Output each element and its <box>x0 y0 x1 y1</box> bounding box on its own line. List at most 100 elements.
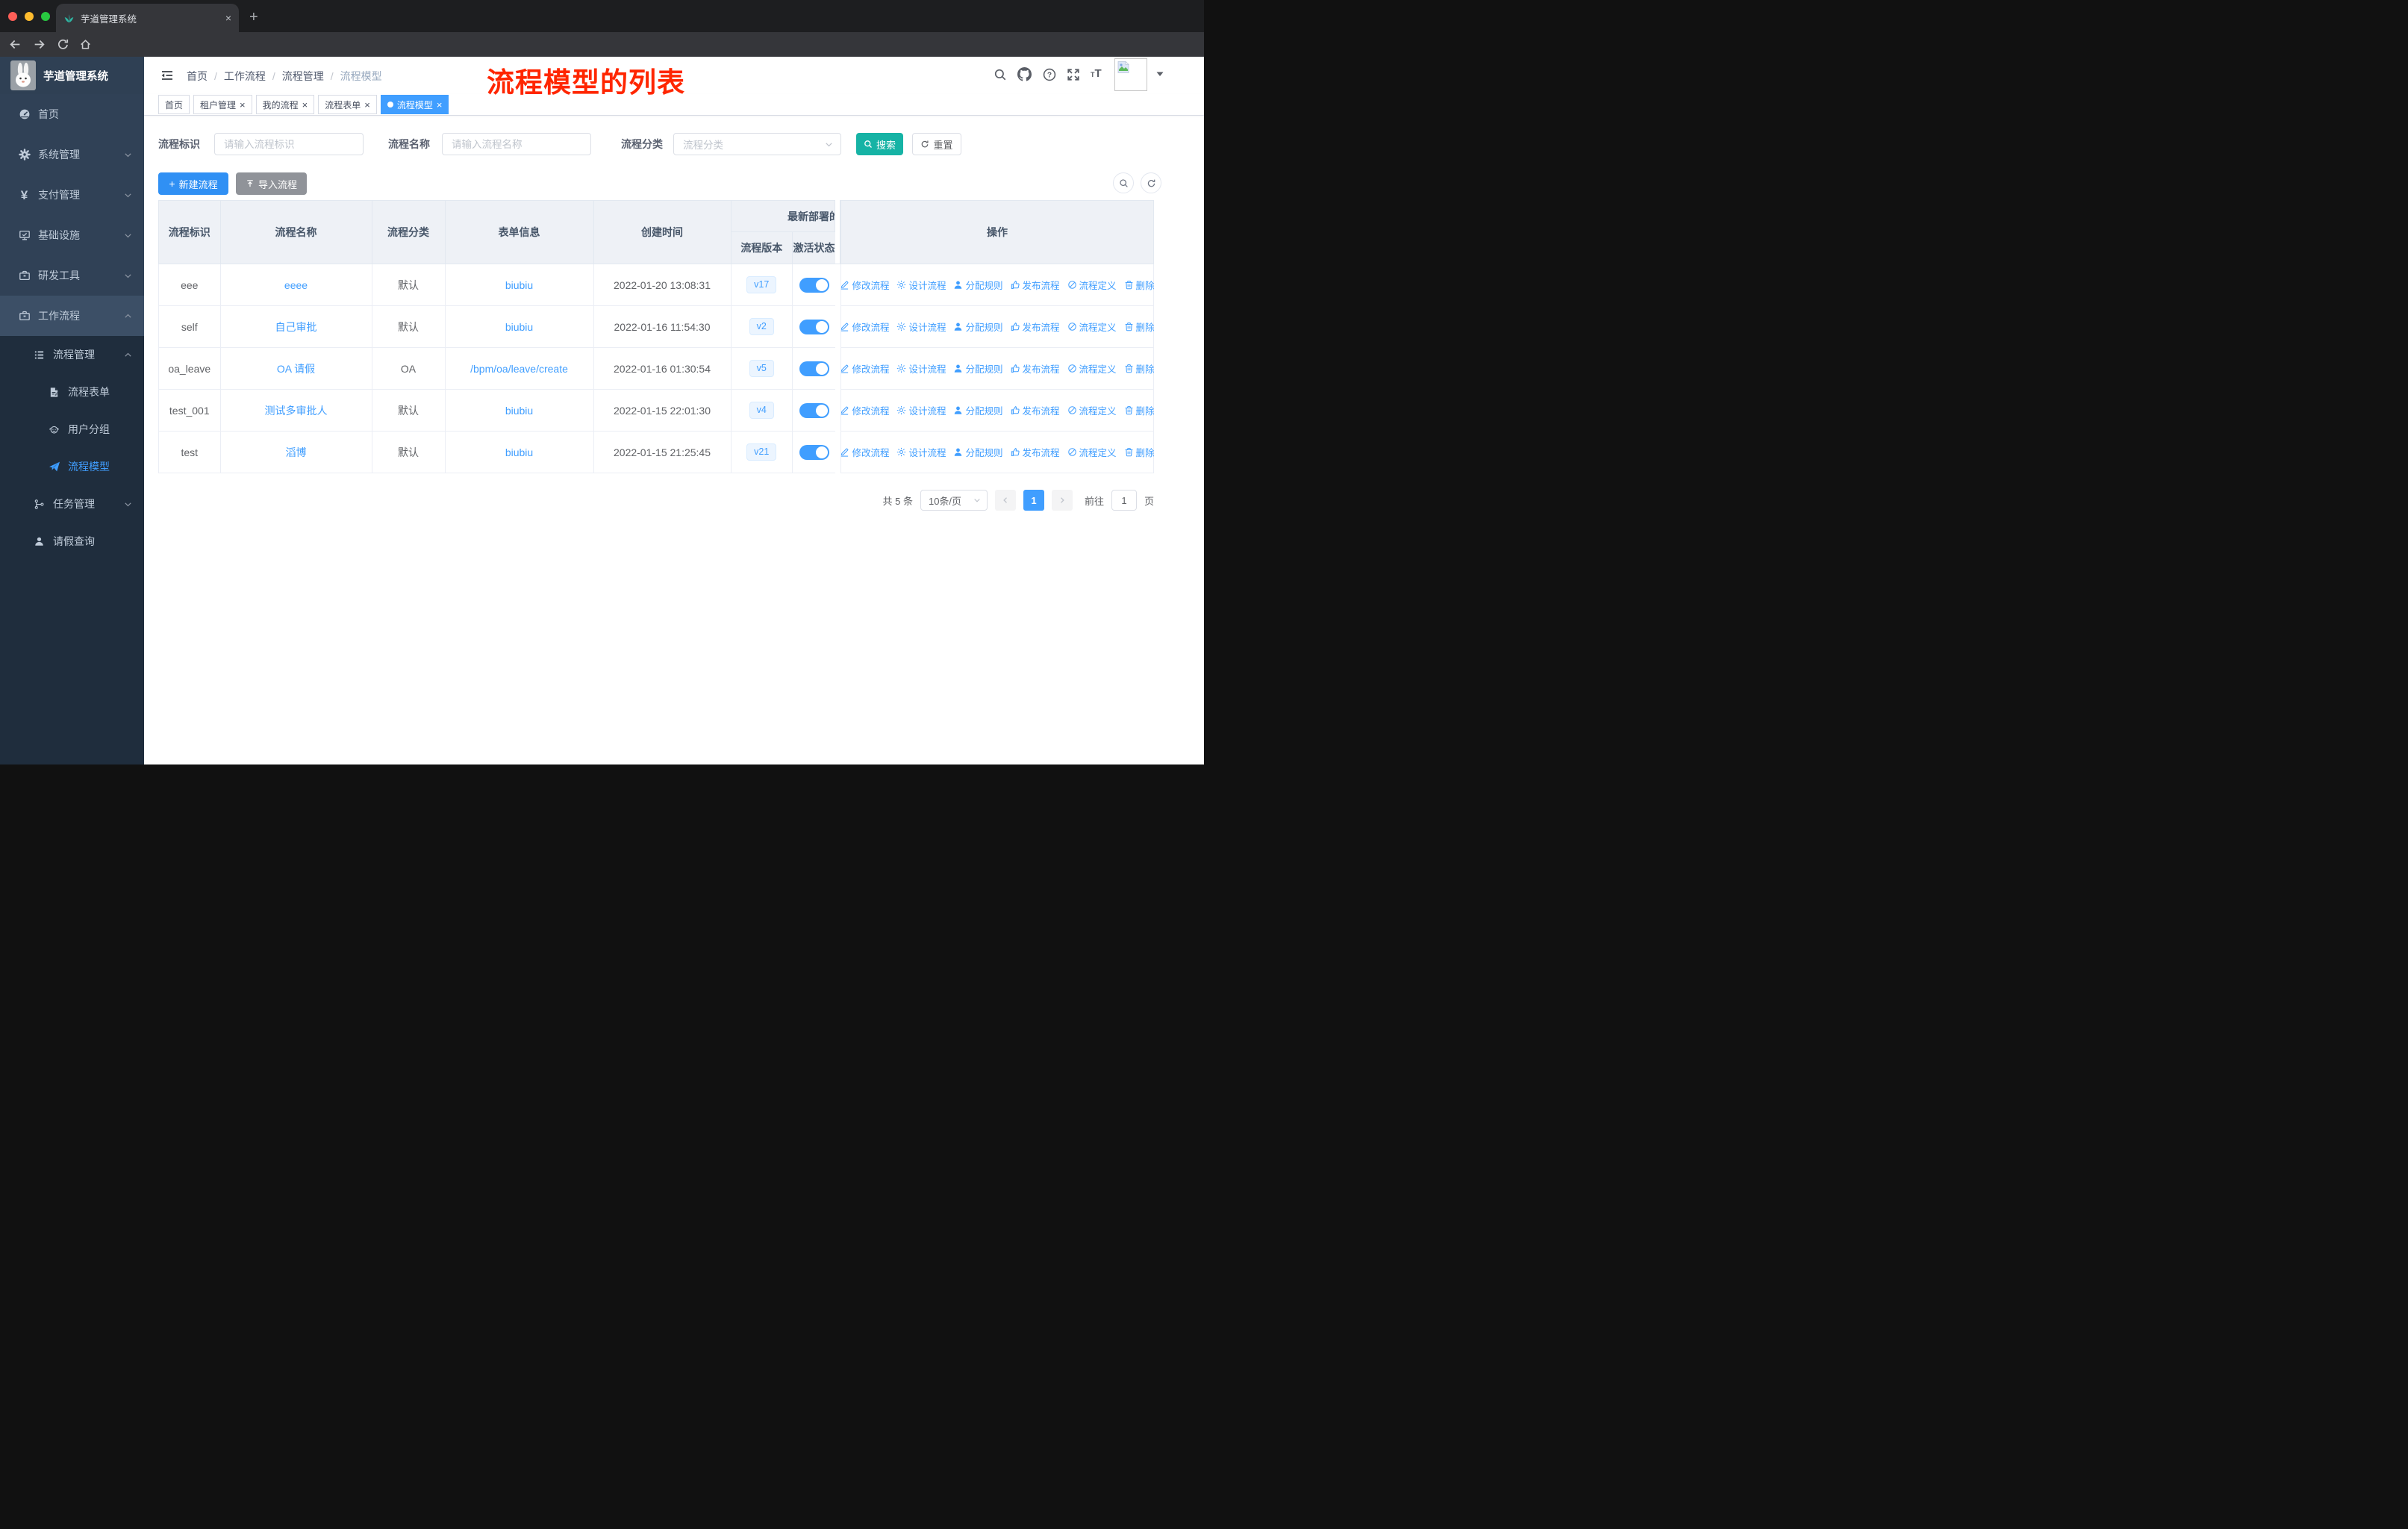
prev-page-button[interactable] <box>994 490 1016 511</box>
action-assign-rule-link[interactable]: 分配规则 <box>953 361 1003 376</box>
active-toggle[interactable] <box>799 402 829 418</box>
filter-key-input[interactable] <box>214 133 364 155</box>
sidebar-item-workflow[interactable]: 工作流程 <box>0 296 144 336</box>
process-name-link[interactable]: 测试多审批人 <box>265 403 328 418</box>
action-publish-link[interactable]: 发布流程 <box>1011 320 1060 334</box>
action-edit-link[interactable]: 修改流程 <box>840 320 889 334</box>
form-info-link[interactable]: biubiu <box>505 321 533 333</box>
new-tab-button[interactable]: + <box>249 7 258 27</box>
sidebar-item-process-model[interactable]: 流程模型 <box>0 448 144 485</box>
breadcrumb-workflow[interactable]: 工作流程 <box>224 69 266 84</box>
process-name-link[interactable]: 自己审批 <box>275 320 317 334</box>
back-icon[interactable] <box>9 38 22 51</box>
action-definition-link[interactable]: 流程定义 <box>1067 361 1117 376</box>
fullscreen-icon[interactable] <box>1067 68 1080 81</box>
tag-my-process[interactable]: 我的流程 × <box>255 95 315 114</box>
action-edit-link[interactable]: 修改流程 <box>840 278 889 292</box>
traffic-minimize-icon[interactable] <box>25 12 34 21</box>
tag-close-icon[interactable]: × <box>437 100 443 110</box>
sidebar-item-system[interactable]: 系统管理 <box>0 134 144 175</box>
sidebar-item-process-manage[interactable]: 流程管理 <box>0 336 144 373</box>
active-toggle[interactable] <box>799 444 829 460</box>
action-assign-rule-link[interactable]: 分配规则 <box>953 278 1003 292</box>
create-process-button[interactable]: + 新建流程 <box>158 172 228 195</box>
table-search-toggle-icon[interactable] <box>1113 172 1134 193</box>
action-edit-link[interactable]: 修改流程 <box>840 403 889 417</box>
action-assign-rule-link[interactable]: 分配规则 <box>953 403 1003 417</box>
tab-close-icon[interactable]: × <box>225 13 231 23</box>
active-toggle[interactable] <box>799 361 829 376</box>
avatar[interactable] <box>1114 58 1147 91</box>
current-page[interactable]: 1 <box>1023 490 1044 511</box>
import-process-button[interactable]: 导入流程 <box>236 172 307 195</box>
reload-icon[interactable] <box>57 38 69 51</box>
avatar-caret-icon[interactable] <box>1155 70 1164 78</box>
action-design-link[interactable]: 设计流程 <box>896 320 946 334</box>
sidebar-item-home[interactable]: 首页 <box>0 94 144 134</box>
filter-name-input[interactable] <box>442 133 591 155</box>
action-assign-rule-link[interactable]: 分配规则 <box>953 320 1003 334</box>
traffic-zoom-icon[interactable] <box>41 12 50 21</box>
page-size-select[interactable]: 10条/页 <box>920 490 988 511</box>
tag-close-icon[interactable]: × <box>302 100 308 110</box>
browser-tab[interactable]: 芋道管理系统 × <box>56 4 239 32</box>
process-name-link[interactable]: OA 请假 <box>277 361 315 376</box>
sidebar-item-leave-query[interactable]: 请假查询 <box>0 523 144 560</box>
traffic-close-icon[interactable] <box>8 12 17 21</box>
help-icon[interactable]: ? <box>1043 68 1056 81</box>
action-publish-link[interactable]: 发布流程 <box>1011 361 1060 376</box>
form-info-link[interactable]: biubiu <box>505 446 533 458</box>
action-delete-link[interactable]: 删除 <box>1124 361 1155 376</box>
tag-process-model[interactable]: 流程模型 × <box>380 95 449 114</box>
breadcrumb-process-manage[interactable]: 流程管理 <box>282 69 324 84</box>
search-icon[interactable] <box>994 68 1007 81</box>
sidebar-item-process-form[interactable]: 流程表单 <box>0 373 144 411</box>
action-publish-link[interactable]: 发布流程 <box>1011 278 1060 292</box>
sidebar-item-user-group[interactable]: 用户分组 <box>0 411 144 448</box>
breadcrumb-home[interactable]: 首页 <box>187 69 208 84</box>
table-refresh-icon[interactable] <box>1141 172 1161 193</box>
home-icon[interactable] <box>79 38 92 51</box>
action-definition-link[interactable]: 流程定义 <box>1067 278 1117 292</box>
action-assign-rule-link[interactable]: 分配规则 <box>953 445 1003 459</box>
goto-page-input[interactable] <box>1111 490 1137 511</box>
font-size-icon[interactable]: TT <box>1091 68 1102 79</box>
sidebar-logo[interactable]: 芋道管理系统 <box>0 57 144 94</box>
action-edit-link[interactable]: 修改流程 <box>840 445 889 459</box>
action-publish-link[interactable]: 发布流程 <box>1011 403 1060 417</box>
sidebar-item-payment[interactable]: ¥ 支付管理 <box>0 175 144 215</box>
process-name-link[interactable]: 滔博 <box>286 445 307 460</box>
next-page-button[interactable] <box>1051 490 1073 511</box>
filter-category-select[interactable]: 流程分类 <box>673 133 841 155</box>
tag-process-form[interactable]: 流程表单 × <box>318 95 377 114</box>
active-toggle[interactable] <box>799 277 829 293</box>
active-toggle[interactable] <box>799 319 829 334</box>
github-icon[interactable] <box>1017 67 1032 81</box>
action-design-link[interactable]: 设计流程 <box>896 361 946 376</box>
sidebar-item-devtools[interactable]: 研发工具 <box>0 255 144 296</box>
action-edit-link[interactable]: 修改流程 <box>840 361 889 376</box>
tag-tenant[interactable]: 租户管理 × <box>193 95 252 114</box>
action-delete-link[interactable]: 删除 <box>1124 403 1155 417</box>
sidebar-item-infra[interactable]: 基础设施 <box>0 215 144 255</box>
form-info-link[interactable]: biubiu <box>505 405 533 417</box>
action-definition-link[interactable]: 流程定义 <box>1067 445 1117 459</box>
action-definition-link[interactable]: 流程定义 <box>1067 320 1117 334</box>
sidebar-item-task-manage[interactable]: 任务管理 <box>0 485 144 523</box>
forward-icon[interactable] <box>33 38 46 51</box>
action-delete-link[interactable]: 删除 <box>1124 445 1155 459</box>
process-name-link[interactable]: eeee <box>284 279 308 291</box>
action-design-link[interactable]: 设计流程 <box>896 445 946 459</box>
action-publish-link[interactable]: 发布流程 <box>1011 445 1060 459</box>
action-delete-link[interactable]: 删除 <box>1124 278 1155 292</box>
reset-button[interactable]: 重置 <box>912 133 961 155</box>
sidebar-collapse-icon[interactable] <box>160 69 174 82</box>
tag-home[interactable]: 首页 <box>158 95 190 114</box>
action-definition-link[interactable]: 流程定义 <box>1067 403 1117 417</box>
search-button[interactable]: 搜索 <box>856 133 903 155</box>
action-delete-link[interactable]: 删除 <box>1124 320 1155 334</box>
tag-close-icon[interactable]: × <box>240 100 246 110</box>
tag-close-icon[interactable]: × <box>364 100 370 110</box>
form-info-link[interactable]: /bpm/oa/leave/create <box>470 363 568 375</box>
action-design-link[interactable]: 设计流程 <box>896 278 946 292</box>
